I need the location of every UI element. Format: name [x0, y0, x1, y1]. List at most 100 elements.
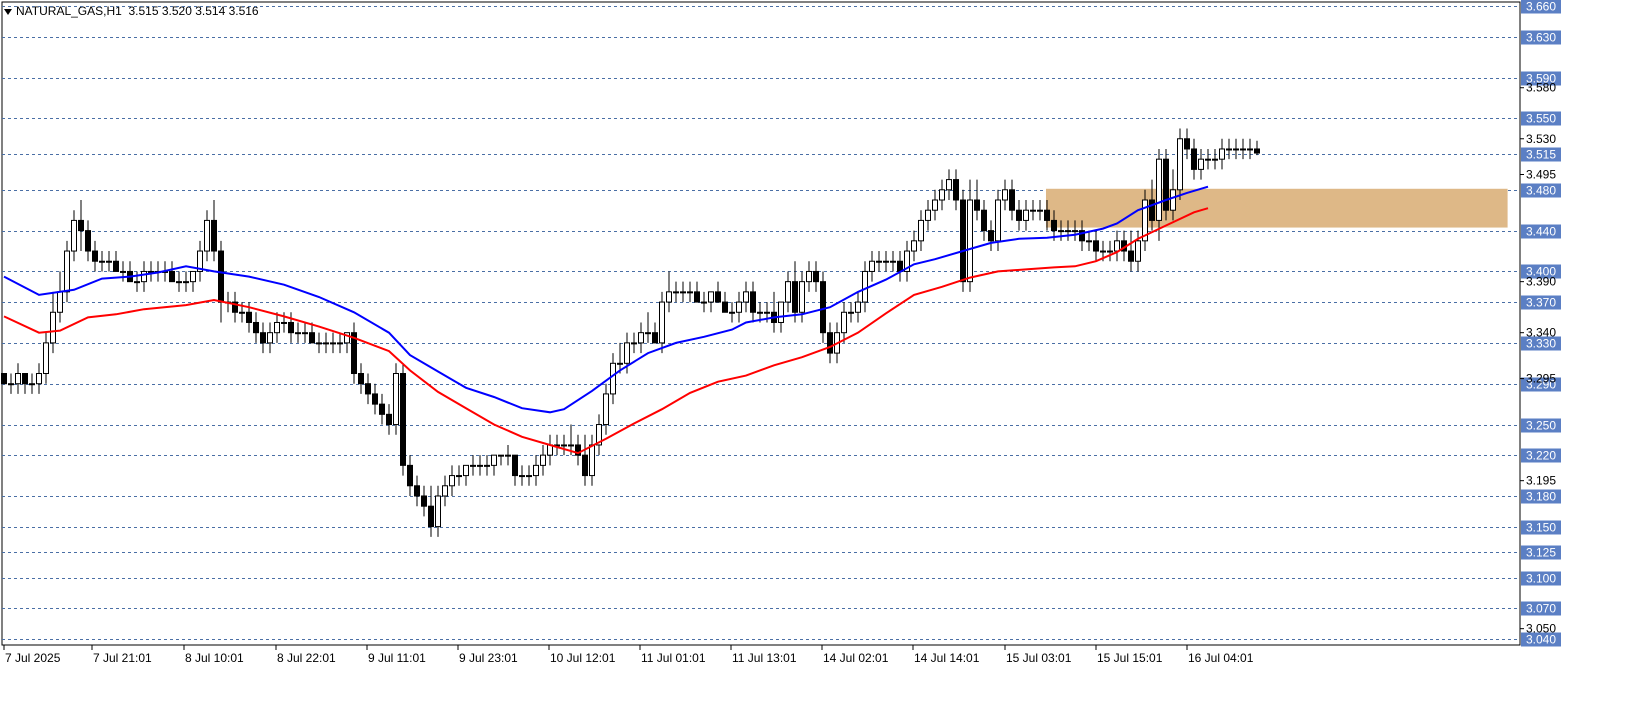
candle-body-bear [78, 219, 84, 232]
price-scale-label: 3.340 [1526, 326, 1556, 340]
candle [78, 200, 84, 252]
candle-body-bull [323, 342, 329, 345]
price-scale-label: 3.390 [1526, 275, 1556, 289]
time-label: 14 Jul 02:01 [823, 651, 889, 665]
candle-body-bull [1030, 209, 1036, 212]
candle [85, 220, 91, 262]
candle-body-bull [1219, 148, 1225, 160]
candle [1240, 138, 1246, 160]
candle [960, 189, 966, 292]
candle [22, 373, 28, 394]
candle [442, 475, 448, 507]
candle [400, 363, 406, 476]
candle [15, 363, 21, 394]
candle [1009, 179, 1015, 221]
candle-body-bull [204, 219, 210, 252]
candle [1163, 148, 1169, 221]
candle-body-bull [946, 179, 952, 191]
time-label: 15 Jul 15:01 [1097, 651, 1163, 665]
candle [1114, 230, 1120, 262]
candle-body-bull [1107, 250, 1113, 253]
candle-body-bull [799, 281, 805, 313]
candle-body-bull [890, 260, 896, 263]
candle-body-bull [1212, 158, 1218, 161]
candle [1191, 138, 1197, 180]
chart-frame [1, 1, 1521, 646]
candle-body-bull [183, 281, 189, 284]
candle-body-bull [1058, 230, 1064, 233]
price-tag-label: 3.150 [1526, 521, 1556, 535]
candle [323, 332, 329, 354]
candle-body-bull [281, 321, 287, 324]
candle [981, 200, 987, 241]
candle [673, 281, 679, 303]
price-axis: 3.6603.6303.5903.5503.5153.4803.4403.400… [1520, 0, 1561, 647]
candle [295, 322, 301, 343]
price-scale-label: 3.580 [1526, 81, 1556, 95]
candle-body-bear [750, 291, 756, 313]
candle-body-bear [988, 230, 994, 242]
candle-body-bear [715, 291, 721, 303]
candle [498, 454, 504, 466]
candle [477, 455, 483, 476]
candle-body-bull [491, 454, 497, 466]
price-chart[interactable]: 3.6603.6303.5903.5503.5153.4803.4403.400… [0, 0, 1651, 705]
candle-body-bull [869, 260, 875, 272]
candle-body-bear [722, 301, 728, 313]
candle [99, 251, 105, 272]
candle-body-bear [1128, 250, 1134, 262]
candle-body-bull [295, 332, 301, 335]
candle-body-bear [974, 199, 980, 211]
candle [463, 464, 469, 486]
time-label: 11 Jul 01:01 [641, 651, 706, 665]
candle-body-bull [337, 342, 343, 345]
candle [260, 322, 266, 354]
candle [946, 169, 952, 201]
candle [1037, 200, 1043, 221]
candle [1128, 230, 1134, 272]
candle [925, 200, 931, 231]
candle-body-bull [1135, 240, 1141, 262]
candle-body-bull [806, 270, 812, 283]
candle [904, 240, 910, 282]
candle [729, 302, 735, 323]
candle [596, 414, 602, 456]
candle-body-bear [1163, 158, 1169, 211]
price-tag-label: 3.515 [1526, 148, 1556, 162]
candle [561, 434, 567, 456]
price-tag-label: 3.550 [1526, 112, 1556, 126]
candle-body-bear [813, 270, 819, 283]
candle [71, 210, 77, 262]
candle-body-bear [288, 321, 294, 334]
candle [141, 261, 147, 292]
price-tag-label: 3.370 [1526, 296, 1556, 310]
candle-body-bear [218, 250, 224, 303]
candle-body-bull [659, 301, 665, 344]
candle [302, 322, 308, 343]
candle [435, 485, 441, 537]
price-scale-label: 3.530 [1526, 132, 1556, 146]
candle [36, 363, 42, 394]
candle-body-bull [71, 219, 77, 252]
candle-body-bull [15, 373, 21, 385]
candle [792, 261, 798, 323]
candle-body-bull [533, 464, 539, 477]
candle [967, 179, 973, 292]
candle [750, 281, 756, 323]
candle [92, 240, 98, 272]
time-label: 15 Jul 03:01 [1006, 651, 1072, 665]
candle-body-bull [141, 270, 147, 283]
candle-body-bull [687, 291, 693, 294]
candle-body-bull [1065, 230, 1071, 233]
candle [589, 434, 595, 486]
candle-body-bear [428, 505, 434, 528]
candle [204, 210, 210, 262]
candle [267, 322, 273, 354]
candle-body-bull [99, 260, 105, 263]
candle [29, 373, 35, 394]
candle-body-bull [449, 475, 455, 487]
candle [169, 261, 175, 283]
candle [456, 465, 462, 486]
candle-body-bull [785, 281, 791, 303]
candle [687, 281, 693, 303]
